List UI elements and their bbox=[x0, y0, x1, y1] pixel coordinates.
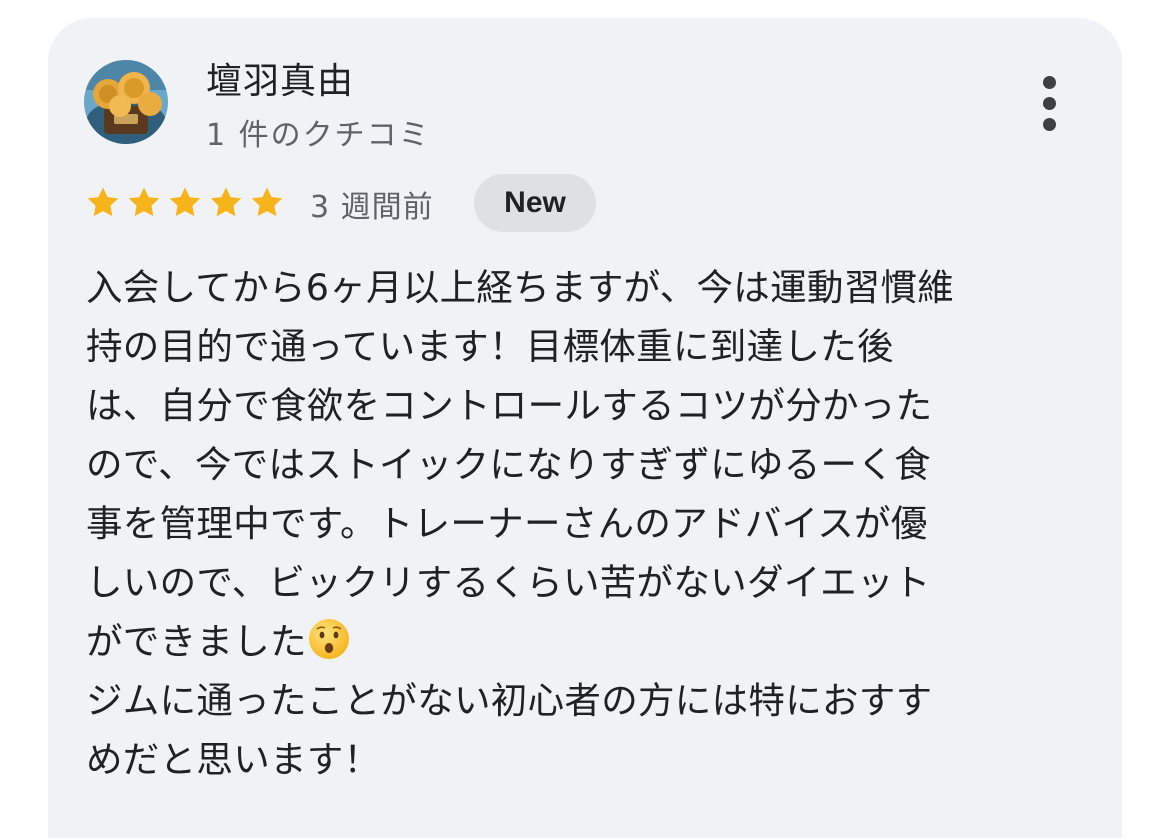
star-icon bbox=[169, 187, 201, 217]
more-options-button[interactable] bbox=[1026, 72, 1074, 136]
star-icon bbox=[210, 187, 242, 217]
review-time: 3 週間前 bbox=[310, 190, 434, 225]
author-review-count[interactable]: 1 件のクチコミ bbox=[206, 110, 431, 154]
review-text-line: は、自分で食欲をコントロールするコツが分かった bbox=[86, 384, 933, 427]
more-vert-icon bbox=[1043, 76, 1056, 89]
star-icon bbox=[128, 187, 160, 217]
avatar[interactable] bbox=[84, 60, 168, 144]
review-text-line: めだと思います！ bbox=[86, 738, 381, 781]
more-vert-icon bbox=[1043, 97, 1056, 110]
review-text-line: ジムに通ったことがない初心者の方には特におすす bbox=[86, 679, 933, 722]
review-text: 入会してから6ヶ月以上経ちますが、今は運動習慣維 持の目的で通っています！目標体… bbox=[86, 258, 1086, 789]
star-icon bbox=[87, 187, 119, 217]
avatar-image bbox=[84, 60, 168, 144]
review-text-line-with-emoji: ができました bbox=[86, 612, 1086, 671]
new-badge: New bbox=[474, 174, 596, 232]
review-text-line: ので、今ではストイックになりすぎずにゆるーく食 bbox=[86, 443, 931, 486]
review-text-line: 持の目的で通っています！目標体重に到達した後 bbox=[86, 325, 894, 368]
review-text-line: 入会してから6ヶ月以上経ちますが、今は運動習慣維 bbox=[86, 266, 955, 309]
review-text-line: 事を管理中です。トレーナーさんのアドバイスが優 bbox=[86, 502, 928, 545]
star-rating bbox=[84, 184, 286, 224]
hushed-face-emoji-icon bbox=[308, 619, 349, 659]
star-icon bbox=[251, 187, 283, 217]
review-text-line: しいので、ビックリするくらい苦がないダイエット bbox=[86, 561, 931, 604]
review-text-segment: ができました bbox=[86, 620, 307, 663]
review-card: 壇羽真由 1 件のクチコミ 3 週間前 New 入会してから6ヶ月以上経ちますが… bbox=[48, 18, 1122, 838]
more-vert-icon bbox=[1043, 118, 1056, 131]
author-name[interactable]: 壇羽真由 bbox=[206, 52, 354, 104]
